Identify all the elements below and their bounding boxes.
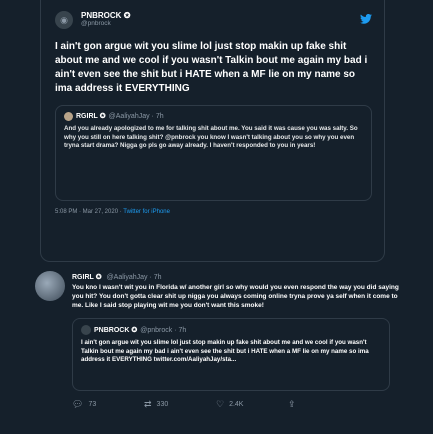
reply-body: RGIRL ✪ @AaliyahJay · 7h You kno I wasn'…: [72, 265, 400, 310]
reply-meta: @AaliyahJay · 7h: [106, 274, 162, 281]
verified-badge-icon: ✪: [131, 326, 138, 334]
reply-tweet[interactable]: RGIRL ✪ @AaliyahJay · 7h You kno I wasn'…: [28, 265, 400, 410]
nested-quote-text: I ain't gon argue wit you slime lol just…: [81, 339, 369, 363]
reply-header: RGIRL ✪ @AaliyahJay · 7h: [72, 273, 400, 282]
quoted-tweet-text: And you already apologized to me for tal…: [64, 125, 358, 149]
avatar[interactable]: [35, 271, 65, 301]
nested-author-name: PNBROCK: [94, 326, 130, 334]
retweet-count: 330: [156, 401, 169, 408]
retweet-button[interactable]: ⇄ 330: [144, 399, 216, 410]
avatar[interactable]: ◉: [55, 11, 73, 29]
tweet-text: I ain't gon argue wit you slime lol just…: [55, 41, 368, 94]
reply-button[interactable]: 💬︎ 73: [72, 399, 144, 410]
nested-meta: @pnbrock · 7h: [140, 326, 187, 334]
tweet-author[interactable]: PNBROCK ✪ @pnbrock: [81, 12, 130, 27]
share-button[interactable]: ⇪: [288, 399, 360, 410]
reply-text: You kno I wasn't wit you in Florida w/ a…: [72, 284, 399, 309]
like-count: 2.4K: [229, 401, 244, 408]
tweet-timestamp[interactable]: 5:08 PM · Mar 27, 2020 ·: [55, 209, 123, 215]
twitter-bird-icon[interactable]: [360, 13, 372, 27]
verified-badge-icon: ✪: [123, 11, 131, 21]
tweet-header: ◉ PNBROCK ✪ @pnbrock: [41, 0, 384, 30]
avatar: [81, 325, 91, 335]
quoted-author-name: RGIRL: [76, 113, 98, 120]
reply-author-name[interactable]: RGIRL: [72, 274, 94, 281]
share-icon: ⇪: [288, 399, 296, 409]
reply-icon: 💬︎: [72, 399, 84, 409]
quoted-tweet-header: RGIRL ✪ @AaliyahJay · 7h: [64, 112, 363, 121]
embedded-tweet-card[interactable]: ◉ PNBROCK ✪ @pnbrock I ain't gon argue w…: [40, 0, 385, 262]
retweet-icon: ⇄: [144, 399, 152, 409]
verified-badge-icon: ✪: [99, 113, 106, 120]
quoted-meta: @AaliyahJay · 7h: [108, 113, 164, 120]
like-button[interactable]: ♡ 2.4K: [216, 399, 288, 410]
heart-icon: ♡: [216, 399, 225, 409]
avatar: [64, 112, 73, 121]
reply-count: 73: [88, 401, 97, 408]
tweet-source-link[interactable]: Twitter for iPhone: [123, 209, 170, 215]
tweet-footer: 5:08 PM · Mar 27, 2020 · Twitter for iPh…: [41, 201, 384, 215]
action-bar: 💬︎ 73 ⇄ 330 ♡ 2.4K ⇪: [72, 399, 400, 410]
verified-badge-icon: ✪: [95, 274, 102, 281]
quoted-tweet[interactable]: RGIRL ✪ @AaliyahJay · 7h And you already…: [55, 105, 372, 201]
nested-quoted-tweet[interactable]: PNBROCK ✪ @pnbrock · 7h I ain't gon argu…: [72, 318, 390, 391]
author-handle: @pnbrock: [81, 19, 111, 27]
nested-quote-header: PNBROCK ✪ @pnbrock · 7h: [81, 325, 381, 335]
